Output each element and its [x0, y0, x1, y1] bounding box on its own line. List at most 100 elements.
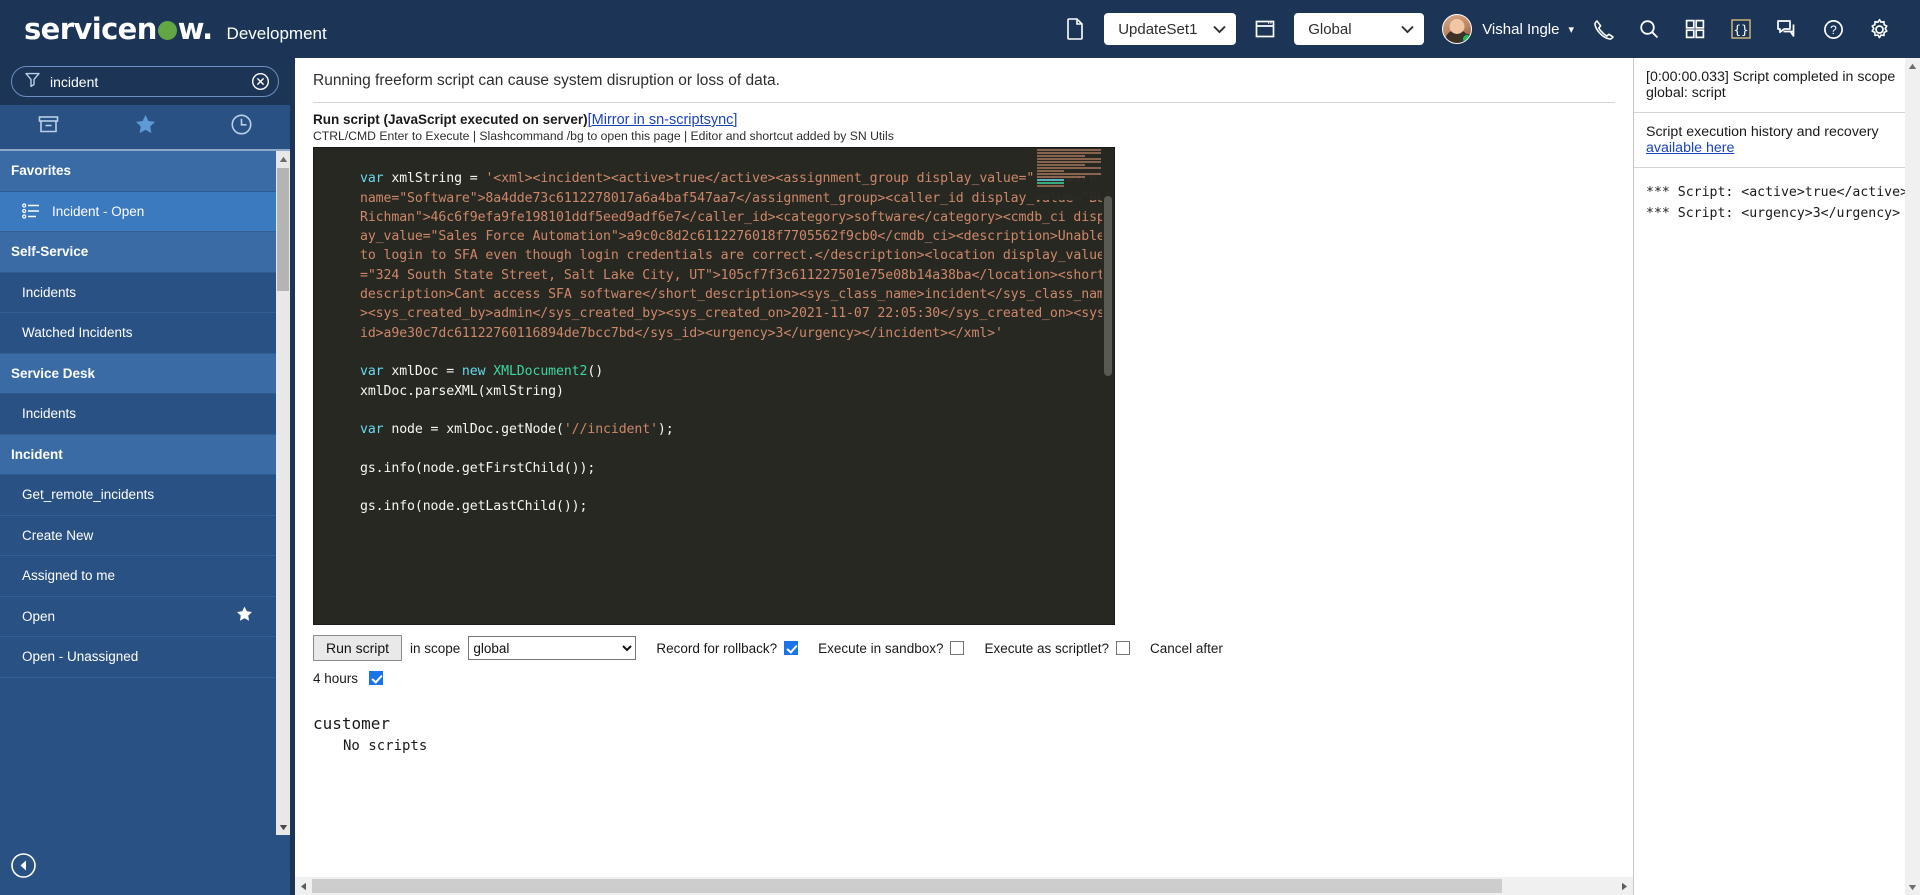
code-line[interactable]: 7var node = xmlDoc.getNode('//incident')…	[314, 420, 1114, 439]
editor-scrollbar[interactable]	[1102, 148, 1114, 624]
run-script-button[interactable]: Run script	[313, 635, 403, 661]
top-header: servicen w. Development UpdateSet1 Global	[0, 0, 1920, 58]
script-output-panel: [0:00:00.033] Script completed in scope …	[1633, 58, 1920, 895]
code-braces-icon[interactable]: {}	[1718, 6, 1764, 52]
chevron-down-icon	[1401, 21, 1414, 38]
execute-scriptlet-checkbox[interactable]	[1116, 641, 1131, 655]
nav-group-label: Incident	[11, 446, 63, 462]
sidebar-item-get-remote-incidents[interactable]: Get_remote_incidents	[0, 475, 276, 516]
scope-select[interactable]: global	[468, 636, 637, 660]
output-scroll-down-icon[interactable]	[1905, 879, 1920, 895]
update-set-selector[interactable]: UpdateSet1	[1104, 13, 1237, 45]
code-line[interactable]: 9gs.info(node.getFirstChild());	[314, 459, 1114, 478]
clear-filter-icon[interactable]	[251, 72, 270, 91]
h-scroll-track[interactable]	[312, 877, 1616, 895]
code-line[interactable]: 1	[314, 150, 1114, 169]
editor-minimap[interactable]	[1034, 148, 1102, 200]
list-icon	[22, 202, 40, 220]
code-line[interactable]: 2var xmlString = '<xml><incident><active…	[314, 169, 1114, 343]
code-line[interactable]: 11gs.info(node.getLastChild());	[314, 497, 1114, 516]
code-line[interactable]: 3	[314, 343, 1114, 362]
script-output-results: *** Script: <active>true</active> *** Scr…	[1634, 168, 1920, 224]
nav-group-self-service[interactable]: Self-Service	[0, 232, 276, 273]
sidebar-item-open-unassigned[interactable]: Open - Unassigned	[0, 637, 276, 678]
apps-grid-icon[interactable]	[1672, 6, 1718, 52]
code-line[interactable]: 6	[314, 401, 1114, 420]
scroll-up-arrow-icon[interactable]	[276, 151, 290, 167]
nav-group-incident[interactable]: Incident	[0, 434, 276, 475]
chat-icon[interactable]	[1764, 6, 1810, 52]
cancel-after-value: 4 hours	[313, 671, 359, 686]
code-text: xmlDoc.parseXML(xmlString)	[360, 383, 564, 399]
sidebar-item-open[interactable]: Open	[0, 596, 276, 637]
collapse-navigator-icon[interactable]	[10, 852, 37, 879]
code-text: gs.info(node.getFirstChild());	[360, 460, 596, 476]
code-line[interactable]: 12	[314, 517, 1114, 536]
cancel-after-checkbox[interactable]	[368, 671, 383, 685]
help-icon[interactable]: ?	[1810, 6, 1856, 52]
output-scrollbar[interactable]	[1905, 58, 1920, 895]
scroll-left-arrow-icon[interactable]	[295, 877, 312, 895]
sidebar-item-label: Open	[22, 608, 56, 624]
sidebar-item-create-new[interactable]: Create New	[0, 515, 276, 556]
sidebar-item-label: Incidents	[22, 284, 77, 300]
output-scroll-up-icon[interactable]	[1905, 58, 1920, 74]
sidebar-scrollbar[interactable]	[276, 151, 290, 835]
history-link[interactable]: available here	[1646, 140, 1734, 156]
servicenow-logo[interactable]: servicen w. Development	[0, 12, 327, 46]
phone-icon[interactable]	[1580, 6, 1626, 52]
filter-box[interactable]	[11, 66, 279, 97]
user-name-label: Vishal Ingle	[1482, 20, 1560, 38]
nav-group-service-desk[interactable]: Service Desk	[0, 353, 276, 394]
scroll-down-arrow-icon[interactable]	[276, 819, 290, 835]
sidebar-item-label: Incidents	[22, 406, 77, 422]
funnel-icon	[24, 71, 41, 93]
nav-group-label: Self-Service	[11, 244, 89, 260]
user-menu[interactable]: Vishal Ingle ▾	[1442, 14, 1574, 44]
code-line[interactable]: 10	[314, 478, 1114, 497]
main-horizontal-scrollbar[interactable]	[295, 877, 1633, 895]
servicenow-app: servicen w. Development UpdateSet1 Global	[0, 0, 1920, 895]
sidebar-item-incident-open[interactable]: Incident - Open	[0, 191, 276, 232]
output-line: *** Script: <urgency>3</urgency>	[1646, 206, 1901, 221]
record-rollback-checkbox[interactable]	[784, 641, 799, 655]
execute-sandbox-checkbox[interactable]	[950, 641, 965, 655]
application-scope-selector[interactable]: Global	[1294, 13, 1425, 45]
sidebar-item-label: Assigned to me	[22, 568, 116, 584]
sidebar-item-incidents[interactable]: Incidents	[0, 394, 276, 435]
history-tab[interactable]	[193, 105, 290, 149]
star-icon[interactable]	[235, 605, 254, 627]
code-line[interactable]: 5xmlDoc.parseXML(xmlString)	[314, 382, 1114, 401]
document-icon[interactable]	[1052, 6, 1098, 52]
scroll-right-arrow-icon[interactable]	[1616, 877, 1633, 895]
main-content: Running freeform script can cause system…	[290, 58, 1633, 895]
h-scroll-thumb[interactable]	[312, 879, 1502, 893]
code-text: var node = xmlDoc.getNode('//incident');	[360, 422, 674, 438]
instance-label: Development	[226, 24, 327, 43]
all-tab[interactable]	[0, 105, 97, 149]
sidebar-item-assigned-to-me[interactable]: Assigned to me	[0, 556, 276, 597]
editor-gutter	[314, 148, 352, 624]
code-text: var xmlDoc = new XMLDocument2()	[360, 364, 604, 380]
navigator-filter-input[interactable]	[41, 73, 251, 90]
avatar	[1442, 14, 1473, 44]
window-icon[interactable]	[1242, 6, 1288, 52]
favorites-tab[interactable]	[97, 105, 194, 149]
code-line[interactable]: 8	[314, 439, 1114, 458]
script-editor[interactable]: 12var xmlString = '<xml><incident><activ…	[313, 147, 1115, 625]
mirror-scriptsync-link[interactable]: [Mirror in sn-scriptsync]	[588, 112, 738, 128]
code-line[interactable]: 4var xmlDoc = new XMLDocument2()	[314, 362, 1114, 381]
sidebar-item-label: Incident - Open	[52, 203, 145, 219]
sidebar-scroll-thumb[interactable]	[277, 168, 289, 291]
editor-scroll-thumb[interactable]	[1104, 196, 1112, 376]
sidebar-item-watched-incidents[interactable]: Watched Incidents	[0, 313, 276, 354]
editor-code-rows[interactable]: 12var xmlString = '<xml><incident><activ…	[314, 148, 1114, 536]
sidebar-item-incidents[interactable]: Incidents	[0, 272, 276, 313]
nav-group-favorites[interactable]: Favorites	[0, 151, 276, 192]
sidebar-item-label: Get_remote_incidents	[22, 487, 155, 503]
search-icon[interactable]	[1626, 6, 1672, 52]
gear-icon[interactable]	[1856, 6, 1902, 52]
